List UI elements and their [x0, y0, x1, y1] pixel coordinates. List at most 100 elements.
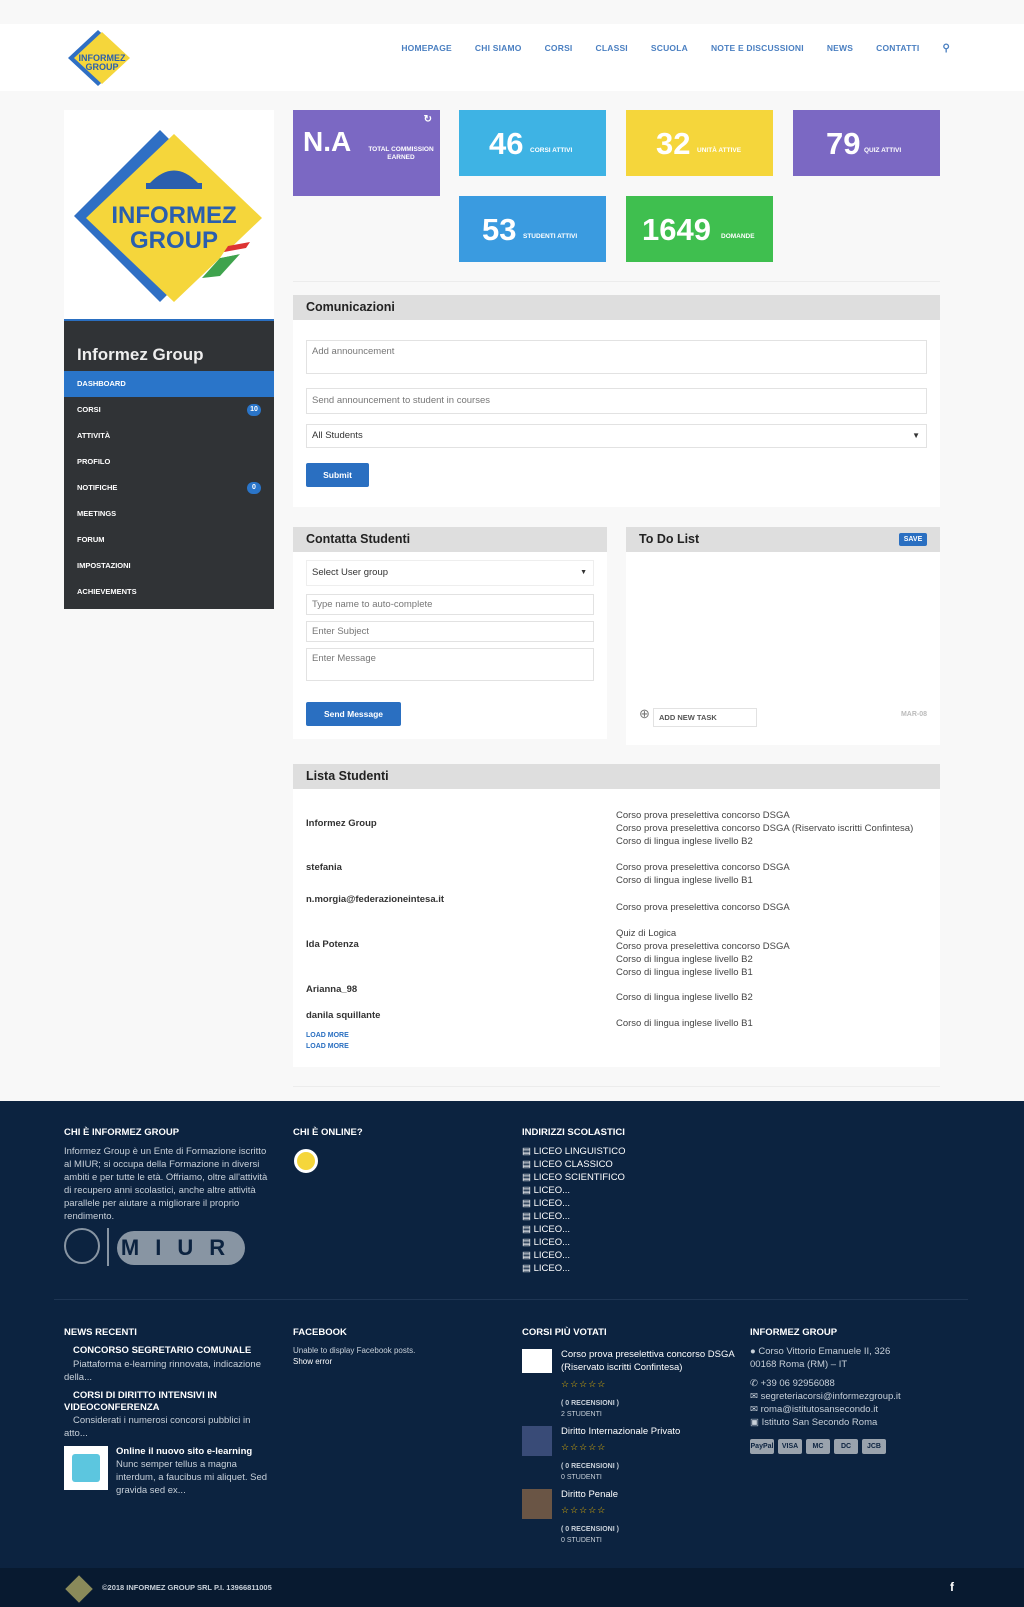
- student-name[interactable]: Ida Potenza: [306, 939, 359, 950]
- online-user-avatar[interactable]: [294, 1149, 318, 1173]
- student-name[interactable]: Informez Group: [306, 818, 377, 829]
- news-title-link[interactable]: CONCORSO SEGRETARIO COMUNALE: [73, 1345, 251, 1356]
- sidebar-item-impostazioni[interactable]: IMPOSTAZIONI: [64, 553, 274, 579]
- student-name[interactable]: Arianna_98: [306, 984, 357, 995]
- stat-value: 79: [826, 126, 861, 161]
- nav-classi[interactable]: CLASSI: [596, 43, 628, 54]
- sidebar-item-attivita[interactable]: ATTIVITÀ: [64, 423, 274, 449]
- list-item[interactable]: ▤ LICEO...: [522, 1249, 625, 1262]
- email-link[interactable]: segreteriacorsi@informezgroup.it: [761, 1391, 901, 1402]
- site-logo[interactable]: INFORMEZ GROUP: [64, 28, 132, 88]
- news-thumbnail[interactable]: [64, 1446, 108, 1490]
- course-reviews: ( 0 RECENSIONI ): [561, 1463, 619, 1470]
- students-select[interactable]: All Students ▼: [306, 424, 927, 448]
- nav-homepage[interactable]: HOMEPAGE: [401, 43, 452, 54]
- comunicazioni-panel: Comunicazioni Add announcement Send anno…: [293, 295, 940, 507]
- save-button[interactable]: SAVE: [899, 533, 927, 546]
- search-icon[interactable]: ⚲: [942, 43, 950, 54]
- top-header: INFORMEZ GROUP HOMEPAGE CHI SIAMO CORSI …: [0, 24, 1024, 91]
- address-line: 00168 Roma (RM) – IT: [750, 1359, 848, 1370]
- new-task-input[interactable]: ADD NEW TASK: [653, 708, 757, 727]
- list-item-label: LICEO...: [533, 1224, 571, 1235]
- load-more-link[interactable]: LOAD MORE: [306, 1043, 349, 1050]
- message-textarea[interactable]: Enter Message: [306, 648, 594, 681]
- course-item: Corso prova preselettiva concorso DSGA: [616, 810, 790, 821]
- star-rating: ☆☆☆☆☆: [561, 1505, 607, 1515]
- student-courses: Corso di lingua inglese livello B2: [616, 991, 753, 1004]
- student-name[interactable]: danila squillante: [306, 1010, 380, 1021]
- stat-value: 32: [656, 126, 691, 161]
- announcement-courses-input[interactable]: Send announcement to student in courses: [306, 388, 927, 414]
- stat-value: 1649: [642, 212, 711, 247]
- list-item[interactable]: ▤ LICEO...: [522, 1210, 625, 1223]
- nav-corsi[interactable]: CORSI: [545, 43, 573, 54]
- phone-number[interactable]: +39 06 92956088: [761, 1378, 835, 1389]
- sidebar-item-label: NOTIFICHE: [77, 483, 118, 492]
- email-link[interactable]: roma@istitutosansecondo.it: [761, 1404, 878, 1415]
- todo-title: To Do List: [639, 532, 700, 546]
- sidebar-item-notifiche[interactable]: NOTIFICHE 0: [64, 475, 274, 501]
- stat-value: N.A: [303, 126, 352, 157]
- student-name[interactable]: stefania: [306, 862, 342, 873]
- course-item: Corso di lingua inglese livello B1: [616, 1018, 753, 1029]
- sidebar-item-label: FORUM: [77, 535, 105, 544]
- course-title-link[interactable]: Corso prova preselettiva concorso DSGA (…: [561, 1348, 741, 1374]
- list-item[interactable]: ▤ LICEO...: [522, 1262, 625, 1275]
- course-thumbnail[interactable]: [522, 1489, 552, 1519]
- sidebar-item-profilo[interactable]: PROFILO: [64, 449, 274, 475]
- list-item-label: LICEO CLASSICO: [533, 1159, 613, 1170]
- sidebar-item-meetings[interactable]: MEETINGS: [64, 501, 274, 527]
- nav-news[interactable]: NEWS: [827, 43, 853, 54]
- course-title-link[interactable]: Diritto Internazionale Privato: [561, 1425, 680, 1438]
- list-item-label: LICEO...: [533, 1211, 571, 1222]
- course-item: Corso di lingua inglese livello B1: [616, 875, 753, 886]
- select-value: Select User group: [312, 567, 389, 578]
- course-title-link[interactable]: Diritto Penale: [561, 1488, 618, 1501]
- load-more-link[interactable]: LOAD MORE: [306, 1032, 349, 1039]
- submit-button[interactable]: Submit: [306, 463, 369, 487]
- facebook-link[interactable]: Istituto San Secondo Roma: [762, 1417, 878, 1428]
- list-item[interactable]: ▤ LICEO SCIENTIFICO: [522, 1171, 625, 1184]
- sidebar-item-achievements[interactable]: ACHIEVEMENTS: [64, 579, 274, 605]
- mail-icon: ✉: [750, 1391, 758, 1402]
- news-title-link[interactable]: Online il nuovo sito e-learning: [116, 1446, 252, 1457]
- student-name[interactable]: n.morgia@federazioneintesa.it: [306, 894, 444, 905]
- refresh-icon[interactable]: ↻: [424, 114, 432, 125]
- add-circle-icon[interactable]: ⊕: [639, 706, 650, 722]
- divider: [107, 1228, 109, 1266]
- subject-input[interactable]: Enter Subject: [306, 621, 594, 642]
- name-autocomplete-input[interactable]: Type name to auto-complete: [306, 594, 594, 615]
- show-error-link[interactable]: Show error: [293, 1357, 332, 1367]
- list-item-label: LICEO SCIENTIFICO: [533, 1172, 625, 1183]
- stat-value: 46: [489, 126, 524, 161]
- send-message-button[interactable]: Send Message: [306, 702, 401, 726]
- sidebar-item-corsi[interactable]: CORSI 10: [64, 397, 274, 423]
- course-thumbnail[interactable]: [522, 1426, 552, 1456]
- list-item[interactable]: ▤ LICEO...: [522, 1236, 625, 1249]
- course-thumbnail[interactable]: [522, 1349, 552, 1373]
- announcement-textarea[interactable]: Add announcement: [306, 340, 927, 374]
- contact-details: ✆ +39 06 92956088 ✉ segreteriacorsi@info…: [750, 1377, 901, 1429]
- address-line: Corso Vittorio Emanuele II, 326: [758, 1346, 891, 1357]
- facebook-icon[interactable]: f: [950, 1580, 954, 1594]
- nav-chi-siamo[interactable]: CHI SIAMO: [475, 43, 522, 54]
- news-title-link[interactable]: CORSI DI DIRITTO INTENSIVI IN VIDEOCONFE…: [64, 1390, 264, 1414]
- list-item[interactable]: ▤ LICEO...: [522, 1184, 625, 1197]
- nav-note[interactable]: NOTE E DISCUSSIONI: [711, 43, 804, 54]
- nav-contatti[interactable]: CONTATTI: [876, 43, 919, 54]
- list-item[interactable]: ▤ LICEO CLASSICO: [522, 1158, 625, 1171]
- list-item[interactable]: ▤ LICEO...: [522, 1223, 625, 1236]
- list-item-label: LICEO...: [533, 1185, 571, 1196]
- stat-value: 53: [482, 212, 517, 247]
- list-item[interactable]: ▤ LICEO LINGUISTICO: [522, 1145, 625, 1158]
- sidebar-title: Informez Group: [77, 345, 204, 364]
- panel-title: To Do List: [626, 527, 940, 552]
- course-item: Quiz di Logica: [616, 928, 677, 939]
- footer-logo[interactable]: [65, 1575, 93, 1603]
- sidebar-item-dashboard[interactable]: DASHBOARD: [64, 371, 274, 397]
- nav-scuola[interactable]: SCUOLA: [651, 43, 688, 54]
- list-item[interactable]: ▤ LICEO...: [522, 1197, 625, 1210]
- sidebar-item-forum[interactable]: FORUM: [64, 527, 274, 553]
- user-group-select[interactable]: Select User group ▼: [306, 560, 594, 586]
- divider: [293, 281, 940, 282]
